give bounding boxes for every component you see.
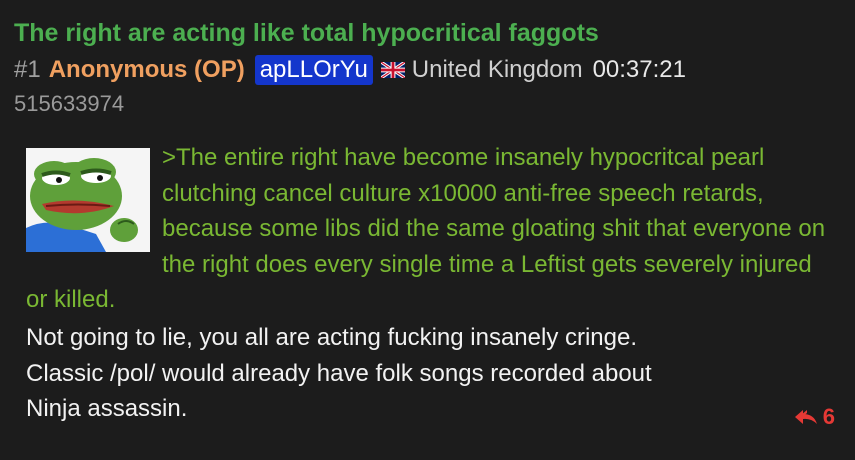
reply-arrows-icon	[794, 410, 817, 424]
post-time: 00:37:21	[592, 56, 686, 83]
post-index: #1	[14, 56, 41, 83]
post-card: The right are acting like total hypocrit…	[0, 0, 855, 460]
reply-count-button[interactable]: 6	[793, 404, 835, 430]
body-line: Classic /pol/ would already have folk so…	[26, 359, 652, 387]
uk-flag-icon	[380, 62, 405, 78]
post-number[interactable]: 515633974	[14, 90, 124, 118]
post-greentext: >The entire right have become insanely h…	[26, 140, 836, 318]
poster-id-badge[interactable]: apLLOrYu	[254, 55, 373, 85]
post-meta: #1 Anonymous (OP) apLLOrYu United Kingdo…	[14, 54, 686, 86]
reply-count: 6	[822, 404, 835, 429]
post-subject: The right are acting like total hypocrit…	[14, 19, 599, 47]
body-line: Ninja assassin.	[26, 395, 188, 422]
poster-country: United Kingdom	[411, 56, 583, 83]
poster-name: Anonymous (OP)	[48, 56, 245, 83]
post-body: Not going to lie, you all are acting fuc…	[26, 320, 836, 427]
body-line: Not going to lie, you all are acting fuc…	[26, 324, 638, 351]
thumbnail-spacer	[26, 140, 162, 268]
